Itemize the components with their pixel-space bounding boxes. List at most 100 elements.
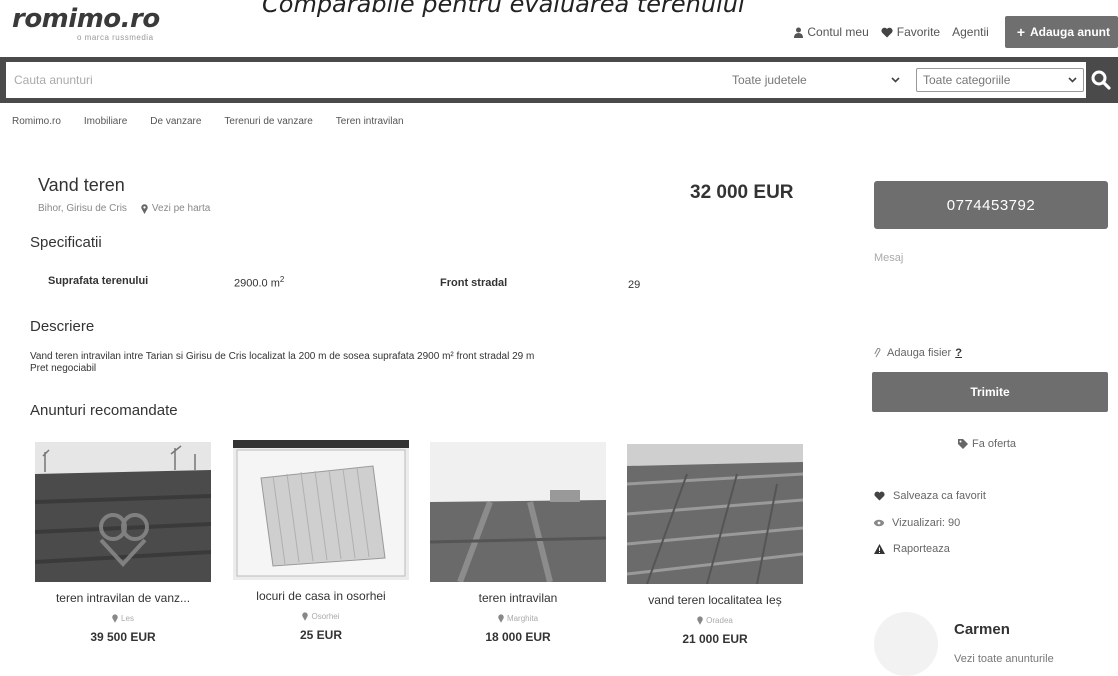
county-select[interactable]: Toate judetele — [726, 68, 906, 92]
save-favorite-link[interactable]: Salveaza ca favorit — [874, 490, 986, 502]
description-line: Pret negociabil — [30, 363, 97, 374]
card-location-text: Osorhei — [311, 612, 340, 621]
spec-front-value: 29 — [628, 279, 641, 291]
eye-icon — [874, 519, 884, 527]
map-pin-icon — [498, 614, 504, 623]
breadcrumb-item[interactable]: Romimo.ro — [12, 116, 61, 127]
card-location: Osorhei — [233, 612, 409, 621]
spec-area-value: 2900.0 m2 — [234, 275, 284, 290]
spec-area-label: Suprafata terenului — [48, 275, 149, 287]
spec-front-label: Front stradal — [440, 277, 508, 289]
tag-icon — [958, 439, 968, 449]
views-count: Vizualizari: 90 — [874, 517, 960, 529]
card-location-text: Marghita — [506, 614, 539, 623]
map-pin-icon — [302, 612, 309, 621]
site-logo[interactable]: romimo.ro o marca russmedia — [12, 6, 160, 42]
make-offer-label: Fa oferta — [972, 438, 1017, 450]
heart-icon — [881, 27, 893, 37]
listing-photo — [627, 444, 803, 584]
map-pin-icon — [697, 616, 703, 625]
search-bar: Cauta anunturi Toate judetele Toate cate… — [0, 57, 1118, 103]
map-link-label: Vezi pe harta — [151, 203, 211, 214]
send-button[interactable]: Trimite — [872, 372, 1108, 412]
search-icon — [1091, 70, 1111, 90]
map-pin-icon — [112, 614, 118, 623]
description-heading: Descriere — [30, 318, 95, 335]
breadcrumb-item[interactable]: Imobiliare — [84, 116, 127, 127]
recommended-card[interactable]: teren intravilan de vanz... Les 39 500 E… — [35, 442, 211, 644]
description-text: Vand teren intravilan intre Tarian si Gi… — [30, 351, 534, 375]
description-line: Vand teren intravilan intre Tarian si Gi… — [30, 351, 535, 362]
message-textarea[interactable]: Mesaj — [874, 246, 1108, 338]
attach-help-icon[interactable]: ? — [955, 347, 962, 359]
favorites-label: Favorite — [896, 25, 941, 39]
recommended-card[interactable]: teren intravilan Marghita 18 000 EUR — [430, 442, 606, 644]
make-offer-link[interactable]: Fa oferta — [958, 438, 1016, 450]
top-nav: Contul meu Favorite Agentii + Adauga anu… — [794, 16, 1118, 48]
chevron-down-icon — [1068, 77, 1077, 83]
breadcrumb-item[interactable]: Teren intravilan — [336, 116, 404, 127]
spec-area-exponent: 2 — [279, 275, 285, 284]
card-title: teren intravilan de vanz... — [55, 591, 191, 605]
user-icon — [794, 27, 804, 38]
recommended-heading: Anunturi recomandate — [30, 402, 178, 419]
county-select-value: Toate judetele — [732, 73, 807, 87]
listing-location: Bihor, Girisu de Cris Vezi pe harta — [38, 203, 210, 214]
card-price: 18 000 EUR — [485, 630, 551, 644]
views-label: Vizualizari: 90 — [892, 517, 961, 529]
agents-label: Agentii — [952, 25, 989, 39]
favorites-link[interactable]: Favorite — [881, 25, 940, 39]
overlay-caption: Comparabile pentru evaluarea terenului — [262, 0, 745, 18]
save-favorite-label: Salveaza ca favorit — [893, 490, 986, 502]
listing-title: Vand teren — [38, 175, 125, 195]
card-location-text: Les — [121, 614, 134, 623]
card-title: vand teren localitatea Ieș — [648, 593, 782, 607]
report-label: Raporteaza — [893, 543, 950, 555]
attach-file-label: Adauga fisier — [887, 347, 952, 359]
account-link[interactable]: Contul meu — [794, 25, 869, 39]
card-title: locuri de casa in osorhei — [256, 589, 386, 603]
card-location: Les — [35, 614, 211, 623]
listing-photo — [430, 442, 606, 582]
seller-avatar[interactable] — [874, 612, 938, 676]
breadcrumb: Romimo.ro Imobiliare De vanzare Terenuri… — [12, 116, 427, 127]
card-location: Marghita — [430, 614, 606, 623]
card-price: 39 500 EUR — [90, 630, 156, 644]
add-listing-button[interactable]: + Adauga anunt — [1004, 16, 1118, 48]
seller-name: Carmen — [954, 621, 1010, 638]
logo-text: romimo.ro — [12, 4, 160, 34]
account-label: Contul meu — [807, 25, 869, 39]
listing-photo — [35, 442, 211, 582]
recommended-card[interactable]: vand teren localitatea Ieș Oradea 21 000… — [627, 444, 803, 646]
location-text: Bihor, Girisu de Cris — [38, 203, 127, 214]
spec-area-number: 2900.0 m — [234, 277, 280, 290]
breadcrumb-item[interactable]: Terenuri de vanzare — [224, 116, 312, 127]
breadcrumb-item[interactable]: De vanzare — [150, 116, 201, 127]
warning-icon — [874, 544, 885, 554]
search-button[interactable] — [1086, 70, 1116, 90]
logo-subtitle: o marca russmedia — [77, 33, 154, 42]
map-link[interactable]: Vezi pe harta — [141, 203, 210, 214]
listing-photo — [233, 440, 409, 580]
map-pin-icon — [141, 203, 148, 214]
category-select[interactable]: Toate categoriile — [916, 68, 1084, 92]
category-select-value: Toate categoriile — [923, 73, 1011, 87]
report-link[interactable]: Raporteaza — [874, 543, 950, 555]
search-box: Cauta anunturi Toate judetele Toate cate… — [6, 62, 1086, 98]
plus-icon: + — [1016, 24, 1025, 40]
card-location-text: Oradea — [706, 616, 733, 625]
agents-link[interactable]: Agentii — [952, 25, 989, 39]
recommended-card[interactable]: locuri de casa in osorhei Osorhei 25 EUR — [233, 440, 409, 642]
card-price: 21 000 EUR — [682, 632, 748, 646]
phone-button[interactable]: 0774453792 — [874, 181, 1108, 229]
attach-file-link[interactable]: Adauga fisier ? — [874, 347, 962, 359]
seller-all-listings-link[interactable]: Vezi toate anunturile — [954, 653, 1054, 665]
card-price: 25 EUR — [299, 628, 343, 642]
card-location: Oradea — [627, 616, 803, 625]
heart-icon — [874, 491, 885, 501]
paperclip-icon — [874, 348, 881, 358]
search-input[interactable]: Cauta anunturi — [6, 73, 726, 87]
add-listing-label: Adauga anunt — [1030, 25, 1110, 39]
listing-price: 32 000 EUR — [690, 182, 794, 203]
specs-heading: Specificatii — [30, 234, 102, 251]
